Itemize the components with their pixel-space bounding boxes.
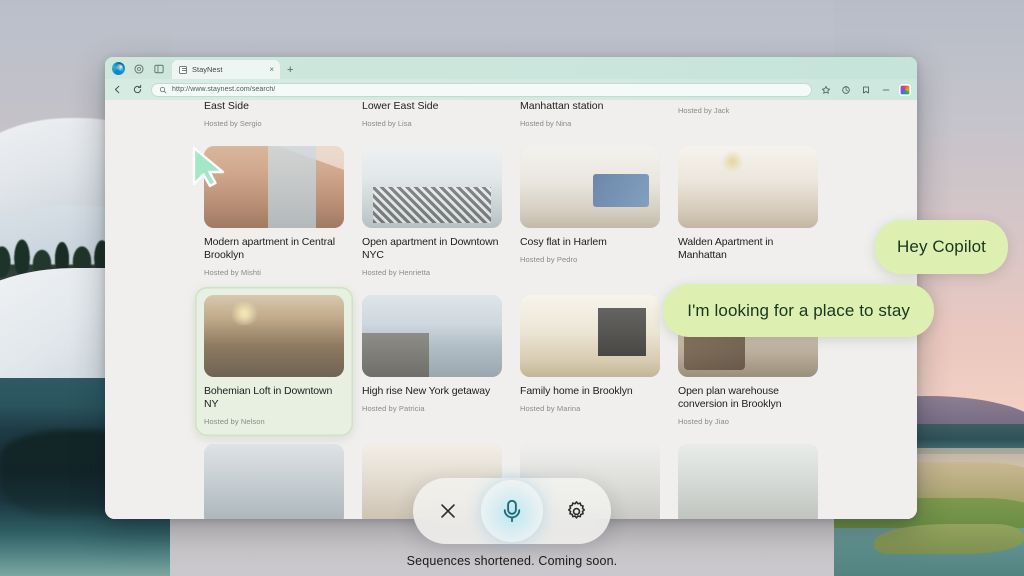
listing-card-photo [204,295,344,377]
listing-card-title: Manhattan station [520,100,604,112]
listing-card-photo [678,146,818,228]
listing-card-host: Hosted by Mishti [204,268,262,277]
new-tab-button[interactable]: + [281,65,293,79]
listing-card-title: High rise New York getaway [362,385,491,397]
listing-card-title: Family home in Brooklyn [520,385,633,397]
split-screen-icon[interactable] [153,63,165,75]
listing-card[interactable]: Cosy flat in Harlem Hosted by Pedro [511,138,669,287]
address-bar-url: http://www.staynest.com/search/ [172,86,276,93]
listing-card-title: Walden Apartment in Manhattan [678,236,774,261]
listing-photo-image [362,146,502,228]
close-icon[interactable] [435,498,461,524]
favorite-star-icon[interactable] [819,83,832,96]
listing-card-title: Open plan warehouse conversion in Brookl… [678,385,782,410]
microphone-button[interactable] [481,480,543,542]
address-bar[interactable]: http://www.staynest.com/search/ [151,82,812,97]
browser-essentials-icon[interactable] [839,83,852,96]
listing-card[interactable]: Lower East Side Hosted by Lisa [353,100,511,138]
listing-card-host: Hosted by Jack [678,106,730,115]
listing-card-host: Hosted by Patricia [362,404,425,413]
window-left-icons [109,62,171,79]
reload-button[interactable] [131,83,144,96]
listing-card[interactable]: Bohemian Loft in Downtown NY Hosted by Ne… [195,287,353,436]
profile-avatar-icon[interactable] [899,83,911,96]
copilot-voice-bar [413,478,611,544]
collections-icon[interactable] [859,83,872,96]
listing-card[interactable]: Open apartment in Downtown NYC Hosted by … [353,138,511,287]
listing-card-photo [362,146,502,228]
listing-card[interactable]: East Side Hosted by Sergio [195,100,353,138]
listing-photo-image [520,146,660,228]
listing-card-host: Hosted by Pedro [520,255,578,264]
listing-photo-image [678,444,818,519]
caption-text: Sequences shortened. Coming soon. [406,554,618,568]
microphone-icon [503,499,521,523]
listing-card-title: East Side [204,100,249,112]
settings-more-icon[interactable] [879,83,892,96]
copilot-icon[interactable] [133,63,145,75]
listing-card[interactable]: Hosted by Jack [669,100,827,138]
listing-card[interactable]: Family home in Brooklyn Hosted by Marina [511,287,669,436]
listing-card-host: Hosted by Nelson [204,417,265,426]
listing-photo-image [520,295,660,377]
listing-card-title: Cosy flat in Harlem [520,236,607,248]
tab-title: StayNest [192,65,223,74]
back-button[interactable] [111,83,124,96]
listing-photo-image [204,444,344,519]
settings-gear-icon[interactable] [563,498,589,524]
listing-card[interactable]: Manhattan station Hosted by Nina [511,100,669,138]
chat-bubble-user-2: I'm looking for a place to stay [663,284,934,337]
listing-card[interactable] [195,436,353,519]
listing-card-host: Hosted by Sergio [204,119,262,128]
desktop-wallpaper: StayNest × + http://www.staynest.com/sea… [0,0,1024,576]
browser-tab[interactable]: StayNest × [172,60,280,79]
browser-tab-strip: StayNest × + [105,57,917,79]
listing-card-photo [678,444,818,519]
listing-card-photo [204,444,344,519]
listing-card-photo [520,295,660,377]
browser-toolbar: http://www.staynest.com/search/ [105,79,917,100]
mouse-cursor-icon [192,146,225,188]
listing-card-host: Hosted by Lisa [362,119,412,128]
tab-favicon-icon [179,65,187,74]
search-icon [159,86,167,93]
listing-photo-image [678,146,818,228]
toolbar-right-actions [819,83,911,96]
edge-logo-icon[interactable] [112,62,125,75]
wallpaper-grass-spit [874,524,1024,554]
chat-bubble-user-1: Hey Copilot [875,220,1008,274]
listing-card-title: Modern apartment in Central Brooklyn [204,236,335,261]
listing-card[interactable]: Walden Apartment in Manhattan [669,138,827,287]
listing-card-photo [362,295,502,377]
listing-card-host: Hosted by Jiao [678,417,730,426]
listing-card-title: Lower East Side [362,100,439,112]
listing-card-host: Hosted by Nina [520,119,572,128]
listing-card-host: Hosted by Henrietta [362,268,431,277]
listing-card-host: Hosted by Marina [520,404,581,413]
tab-close-icon[interactable]: × [268,65,275,74]
listing-card-title: Bohemian Loft in Downtown NY [204,385,333,410]
listing-card[interactable]: High rise New York getaway Hosted by Patr… [353,287,511,436]
listing-card-photo [520,146,660,228]
listing-photo-image [204,295,344,377]
listing-photo-image [362,295,502,377]
listing-card[interactable] [669,436,827,519]
listing-card-title: Open apartment in Downtown NYC [362,236,499,261]
